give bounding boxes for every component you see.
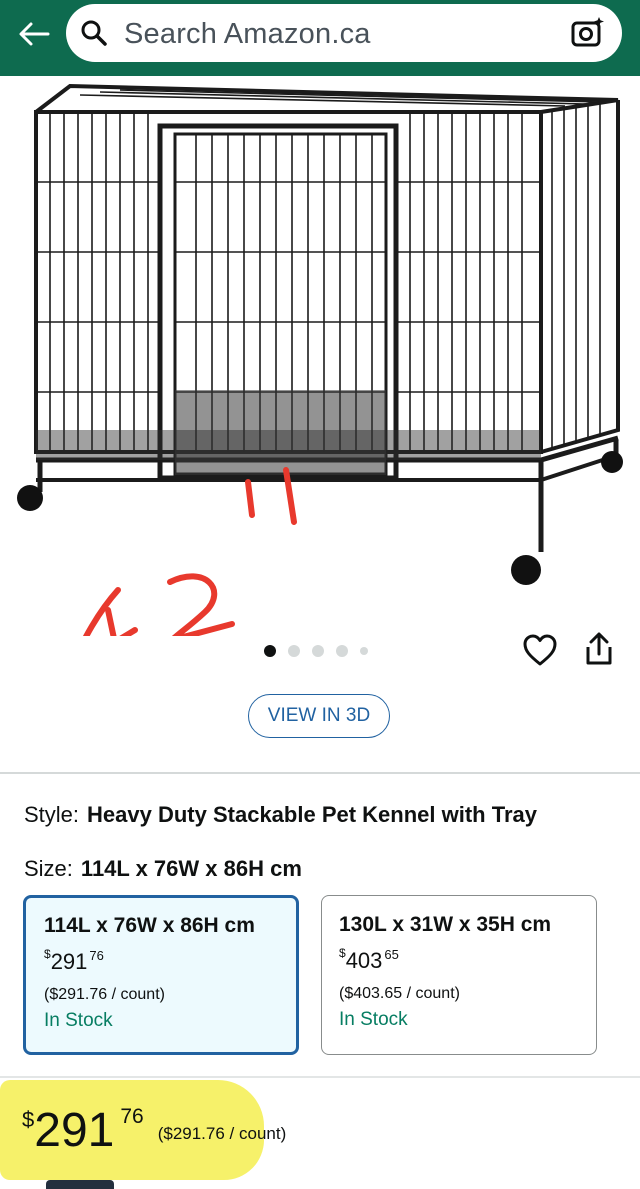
price-dollars: 291 [34,1104,115,1157]
camera-search-icon[interactable] [570,15,606,56]
search-placeholder: Search Amazon.ca [124,18,371,50]
price-currency: $ [22,1107,35,1132]
carousel-dot[interactable] [336,645,348,657]
search-icon [80,19,108,52]
divider [0,1076,640,1078]
share-icon[interactable] [582,630,616,673]
size-option-card-selected[interactable]: 114L x 76W x 86H cm $291 76 ($291.76 / co… [23,895,299,1055]
bottom-tab-indicator [46,1180,114,1189]
style-value: Heavy Duty Stackable Pet Kennel with Tra… [87,802,537,827]
price-unit: ($291.76 / count) [157,1124,287,1143]
main-price: $ 291 76 ($291.76 / count) [22,1102,286,1160]
divider [0,772,640,774]
size-option-card[interactable]: 130L x 31W x 35H cm $403 65 ($403.65 / co… [321,895,597,1055]
carousel-dot[interactable] [312,645,324,657]
option-unit-price: ($403.65 / count) [339,985,460,1002]
handwritten-annotation [69,467,297,708]
wishlist-heart-icon[interactable] [522,633,558,672]
option-price: $403 65 [339,946,399,973]
image-carousel-dots [264,645,368,657]
back-arrow-icon[interactable] [14,14,54,54]
carousel-dot[interactable] [288,645,300,657]
option-price: $291 76 [44,947,104,974]
option-unit-price: ($291.76 / count) [44,986,165,1003]
option-availability: In Stock [44,1010,113,1031]
style-label: Style: [24,802,80,827]
carousel-dot[interactable] [264,645,276,657]
option-dimensions: 114L x 76W x 86H cm [44,914,255,937]
style-selector: Style: Heavy Duty Stackable Pet Kennel wi… [24,802,537,828]
price-cents: 76 [120,1105,144,1128]
option-dimensions: 130L x 31W x 35H cm [339,913,552,936]
size-value: 114L x 76W x 86H cm [80,856,302,881]
carousel-dot[interactable] [360,647,368,655]
top-search-bar: Search Amazon.ca [0,0,640,76]
view-in-3d-button[interactable]: VIEW IN 3D [248,694,390,738]
option-availability: In Stock [339,1009,408,1030]
size-selector: Size: 114L x 76W x 86H cm [24,856,302,882]
search-input[interactable]: Search Amazon.ca [66,4,622,62]
pet-kennel-image [17,83,623,708]
product-image[interactable] [0,76,640,708]
size-label: Size: [24,856,73,881]
